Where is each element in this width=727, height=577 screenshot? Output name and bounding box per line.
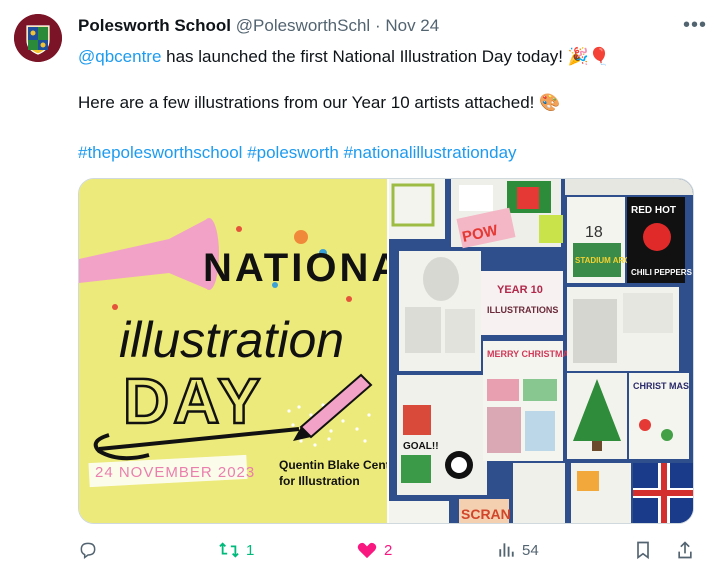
poster-credit-1: Quentin Blake Centre	[279, 458, 387, 472]
author-handle[interactable]: @PolesworthSchl	[236, 16, 370, 35]
bookmark-icon	[637, 541, 649, 560]
like-count: 2	[384, 541, 393, 559]
tweet-header: Polesworth School @PolesworthSchl · Nov …	[78, 16, 439, 36]
views-button[interactable]: 54	[496, 540, 539, 560]
analytics-icon	[499, 543, 514, 557]
retweet-count: 1	[246, 541, 255, 559]
card-rhcp-1: RED HOT	[631, 205, 676, 216]
mention-link[interactable]: @qbcentre	[78, 47, 161, 66]
poster-image[interactable]: NATIONAL illustration DAY 24 NOVEMBER 20…	[79, 179, 428, 523]
tweet-text-1: has launched the first National Illustra…	[161, 47, 611, 66]
view-count: 54	[522, 541, 539, 559]
poster-credit-2: for Illustration	[279, 474, 360, 488]
reply-icon	[80, 542, 96, 559]
retweet-icon	[219, 542, 239, 558]
hashtag-line: #thepolesworthschool #polesworth #nation…	[78, 142, 517, 164]
poster-date: 24 NOVEMBER 2023	[95, 464, 255, 481]
author-name[interactable]: Polesworth School	[78, 16, 231, 35]
tweet-line-1: @qbcentre has launched the first Nationa…	[78, 46, 610, 68]
heart-icon	[357, 542, 377, 559]
tweet-text-2: Here are a few illustrations from our Ye…	[78, 93, 561, 112]
poster-word-national: NATIONAL	[203, 246, 387, 290]
reply-button[interactable]	[78, 540, 104, 560]
school-crest-icon	[14, 14, 62, 62]
avatar[interactable]	[14, 14, 62, 62]
hashtag-link[interactable]: #polesworth	[247, 143, 339, 162]
card-illustrations: ILLUSTRATIONS	[487, 305, 558, 315]
share-icon	[678, 541, 692, 559]
retweet-button[interactable]: 1	[218, 540, 254, 560]
like-button[interactable]: 2	[356, 540, 392, 560]
bookmark-button[interactable]	[634, 540, 652, 560]
hashtag-link[interactable]: #nationalillustrationday	[344, 143, 517, 162]
poster-word-illustration: illustration	[119, 312, 344, 368]
card-scran: SCRAN	[461, 506, 511, 522]
board-artwork: POW GOAL!! YEAR 10 ILLUSTRATIONS MERRY C…	[389, 179, 693, 523]
card-year10: YEAR 10	[497, 284, 543, 296]
tweet[interactable]: Polesworth School @PolesworthSchl · Nov …	[0, 0, 727, 577]
tweet-date[interactable]: Nov 24	[385, 16, 439, 35]
separator: ·	[374, 16, 381, 35]
board-photo[interactable]: POW GOAL!! YEAR 10 ILLUSTRATIONS MERRY C…	[389, 179, 693, 523]
share-button[interactable]	[676, 540, 694, 560]
card-christmas: CHRIST MAS	[633, 381, 689, 391]
media-grid[interactable]: NATIONAL illustration DAY 24 NOVEMBER 20…	[78, 178, 694, 524]
card-goal: GOAL!!	[403, 441, 439, 452]
tweet-actions: 1 2 54	[78, 536, 698, 566]
hashtag-link[interactable]: #thepolesworthschool	[78, 143, 242, 162]
card-rhcp-2: CHILI PEPPERS	[631, 268, 693, 277]
poster-word-day: DAY	[123, 365, 264, 437]
poster-artwork: NATIONAL illustration DAY 24 NOVEMBER 20…	[79, 179, 428, 523]
card-number: 18	[585, 224, 603, 241]
more-options-icon[interactable]: •••	[683, 14, 707, 37]
card-merry-christmas: MERRY CHRISTMAS	[487, 349, 575, 359]
